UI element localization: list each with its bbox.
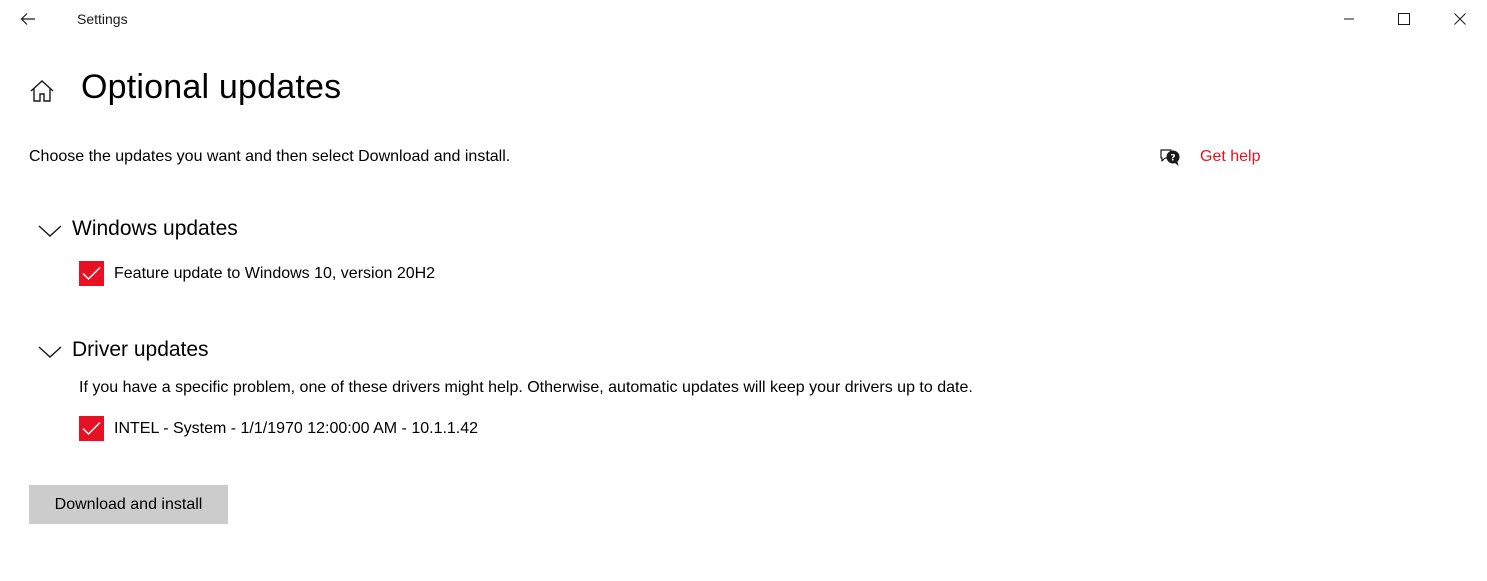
checkmark-icon: [82, 421, 101, 436]
feature-update-checkbox-row[interactable]: Feature update to Windows 10, version 20…: [79, 261, 435, 286]
settings-window: Settings Optional updates Choose the upd…: [0, 0, 1487, 581]
driver-updates-description: If you have a specific problem, one of t…: [79, 379, 973, 396]
title-bar: Settings: [0, 0, 1487, 38]
get-help-label: Get help: [1200, 148, 1261, 165]
checkmark-icon: [82, 266, 101, 281]
intel-driver-checkbox[interactable]: [79, 416, 104, 441]
chevron-down-icon: [38, 225, 62, 237]
minimize-icon: [1344, 18, 1354, 20]
intel-driver-label: INTEL - System - 1/1/1970 12:00:00 AM - …: [114, 419, 479, 437]
svg-text:?: ?: [1170, 154, 1175, 164]
arrow-left-icon: [20, 13, 35, 25]
home-icon: [30, 80, 54, 102]
app-title: Settings: [77, 11, 128, 27]
feature-update-checkbox[interactable]: [79, 261, 104, 286]
intro-text: Choose the updates you want and then sel…: [29, 148, 511, 165]
chevron-down-icon: [38, 346, 62, 358]
chat-help-icon: ?: [1160, 149, 1180, 166]
home-button[interactable]: [29, 78, 55, 104]
windows-updates-header[interactable]: Windows updates: [38, 217, 238, 241]
get-help-link[interactable]: ? Get help: [1159, 146, 1260, 168]
intel-driver-checkbox-row[interactable]: INTEL - System - 1/1/1970 12:00:00 AM - …: [79, 416, 478, 441]
maximize-button[interactable]: [1381, 0, 1427, 38]
page-title: Optional updates: [81, 68, 342, 106]
driver-updates-title: Driver updates: [72, 338, 209, 361]
feature-update-label: Feature update to Windows 10, version 20…: [114, 264, 436, 282]
minimize-button[interactable]: [1326, 0, 1372, 38]
close-button[interactable]: [1437, 0, 1483, 38]
driver-updates-header[interactable]: Driver updates: [38, 338, 209, 362]
download-and-install-button[interactable]: Download and install: [29, 485, 228, 524]
close-icon: [1454, 13, 1466, 25]
back-button[interactable]: [10, 4, 46, 34]
maximize-icon: [1398, 13, 1410, 25]
windows-updates-title: Windows updates: [72, 217, 238, 240]
